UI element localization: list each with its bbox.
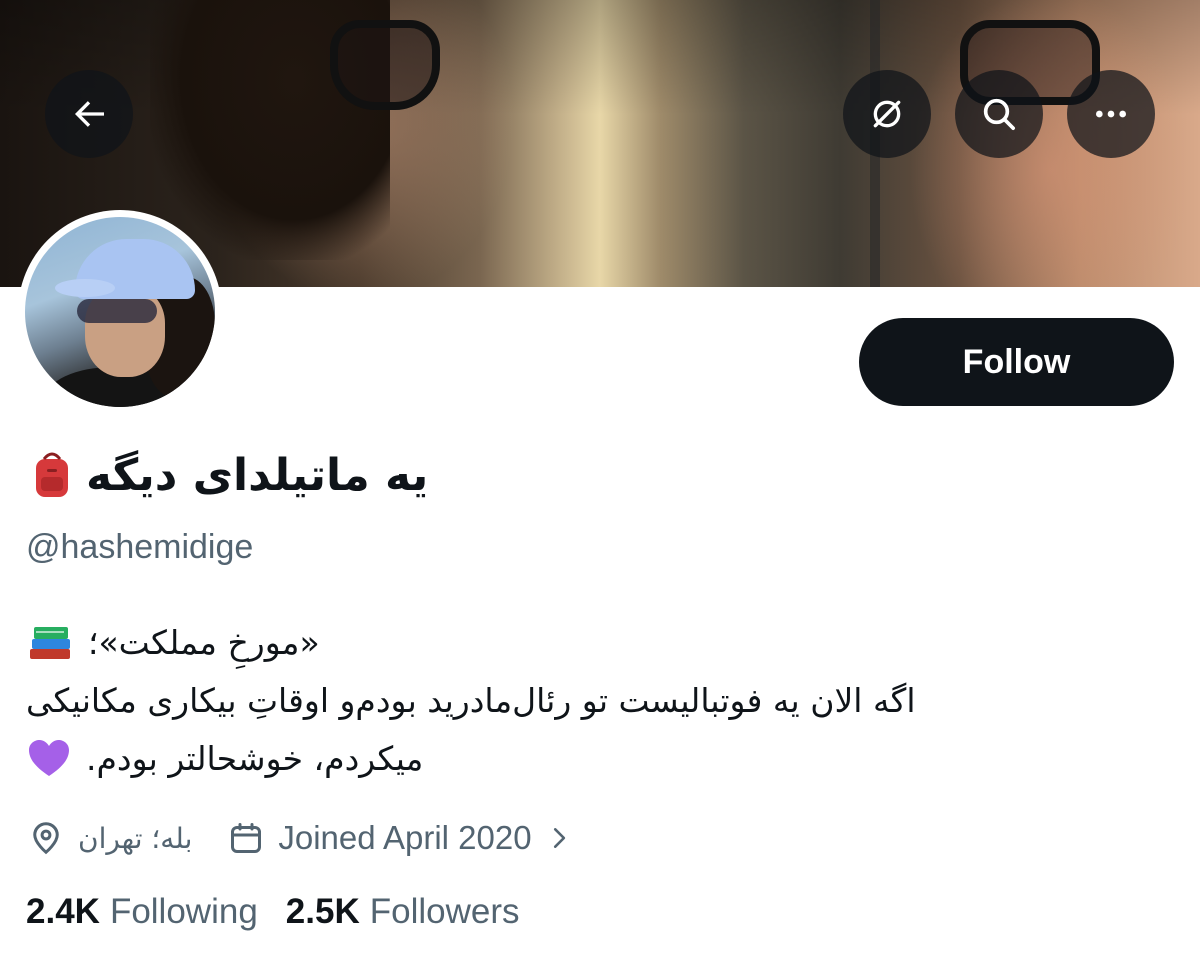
display-name: یه ماتیلدای دیگه xyxy=(86,449,429,501)
purple-heart-emoji xyxy=(29,740,69,776)
profile-bio: «مورخِ مملکت»؛ اگه الان یه فوتبالیست تو … xyxy=(26,614,1106,788)
bio-line-1: «مورخِ مملکت»؛ xyxy=(26,614,1106,672)
following-count: 2.4K xyxy=(26,892,100,931)
books-emoji xyxy=(30,627,70,659)
username-handle: @hashemidige xyxy=(26,528,254,566)
bio-line-3-text: میکردم، خوشحالتر بودم. xyxy=(86,739,424,778)
followers-label: Followers xyxy=(369,892,520,931)
bio-line-3: میکردم، خوشحالتر بودم. xyxy=(26,730,1106,788)
following-link[interactable]: 2.4K Following xyxy=(26,892,258,932)
following-label: Following xyxy=(109,892,258,931)
avatar-cap-visor xyxy=(55,279,115,297)
more-horizontal-icon xyxy=(1096,110,1126,118)
profile-meta: بله؛ تهران Joined April 2020 xyxy=(28,812,572,864)
arrow-left-icon xyxy=(75,101,104,127)
avatar-sunglasses xyxy=(77,299,157,323)
followers-link[interactable]: 2.5K Followers xyxy=(286,892,520,932)
follow-stats: 2.4K Following 2.5K Followers xyxy=(26,892,520,932)
bio-line-2-text: اگه الان یه فوتبالیست تو رئال‌مادرید بود… xyxy=(26,681,916,720)
search-button[interactable] xyxy=(955,70,1043,158)
display-name-row: یه ماتیلدای دیگه xyxy=(30,440,428,510)
bio-line-1-text: «مورخِ مملکت»؛ xyxy=(88,623,320,662)
eye-slash-icon xyxy=(873,100,901,128)
joined-text: Joined April 2020 xyxy=(278,819,532,856)
hide-button[interactable] xyxy=(843,70,931,158)
profile-avatar[interactable] xyxy=(18,210,222,414)
back-button[interactable] xyxy=(45,70,133,158)
joined-date[interactable]: Joined April 2020 xyxy=(228,819,571,857)
banner-glasses-left xyxy=(330,20,440,110)
bio-line-2: اگه الان یه فوتبالیست تو رئال‌مادرید بود… xyxy=(26,672,1106,730)
chevron-right-icon xyxy=(553,828,565,848)
location-pin-icon xyxy=(33,822,59,855)
followers-count: 2.5K xyxy=(285,892,360,931)
location: بله؛ تهران xyxy=(28,820,228,856)
avatar-image xyxy=(25,217,215,407)
location-text: بله؛ تهران xyxy=(78,821,193,855)
calendar-icon xyxy=(231,823,262,853)
backpack-emoji xyxy=(36,452,68,497)
search-icon xyxy=(983,98,1015,131)
more-button[interactable] xyxy=(1067,70,1155,158)
follow-button[interactable]: Follow xyxy=(859,318,1174,406)
